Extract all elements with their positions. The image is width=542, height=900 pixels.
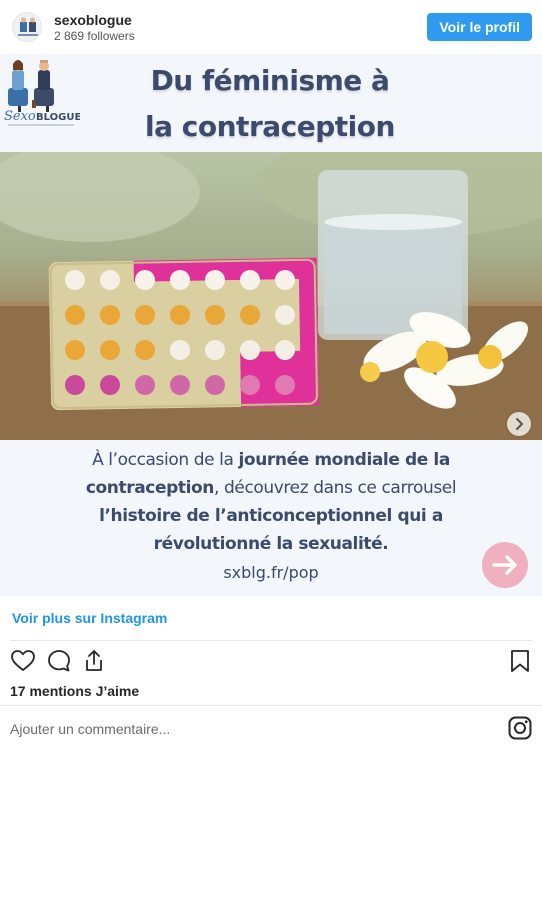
title-line-2: la contraception bbox=[145, 110, 395, 143]
post-url: sxblg.fr/pop bbox=[223, 563, 319, 582]
title-band: Sexo BLOGUE Du féminisme à la contracept… bbox=[0, 54, 542, 152]
body-text-line1-bold: journée mondiale de la bbox=[238, 450, 451, 470]
followers-count: 2 869 followers bbox=[54, 29, 135, 43]
view-more-link[interactable]: Voir plus sur Instagram bbox=[12, 610, 167, 626]
bookmark-icon[interactable] bbox=[507, 648, 533, 674]
heart-icon[interactable] bbox=[10, 648, 36, 674]
brand-logo: Sexo BLOGUE bbox=[2, 56, 81, 130]
avatar[interactable] bbox=[12, 12, 42, 42]
view-profile-button[interactable]: Voir le profil bbox=[427, 13, 532, 41]
instagram-icon[interactable] bbox=[507, 715, 533, 741]
body-text-line4: révolutionné la sexualité. bbox=[153, 534, 389, 554]
carousel-next-button[interactable] bbox=[507, 412, 531, 436]
arrow-right-icon bbox=[492, 555, 517, 575]
body-text-line3: l’histoire de l’anticonceptionnel qui a bbox=[99, 506, 443, 526]
svg-text:BLOGUE: BLOGUE bbox=[36, 112, 80, 123]
slide-arrow bbox=[482, 542, 528, 588]
divider bbox=[10, 640, 532, 641]
comment-icon[interactable] bbox=[46, 648, 72, 674]
svg-text:Sexo: Sexo bbox=[4, 109, 36, 124]
username[interactable]: sexoblogue bbox=[54, 12, 132, 28]
post-body-text: À l’occasion de la journée mondiale de l… bbox=[34, 446, 508, 558]
body-text-line1: À l’occasion de la bbox=[92, 450, 239, 470]
chevron-right-icon bbox=[516, 418, 523, 430]
body-text-line2-bold: contraception bbox=[85, 478, 215, 498]
post-header: sexoblogue 2 869 followers Voir le profi… bbox=[0, 0, 542, 54]
post-title: Du féminisme à la contraception bbox=[80, 58, 460, 150]
divider bbox=[0, 705, 542, 706]
comment-input[interactable]: Ajouter un commentaire... bbox=[10, 721, 170, 737]
share-icon[interactable] bbox=[81, 648, 107, 674]
contraceptive-pill-photo bbox=[0, 152, 542, 440]
body-text-line2: , découvrez dans ce carrousel bbox=[213, 478, 457, 498]
post-image[interactable]: Sexo BLOGUE Du féminisme à la contracept… bbox=[0, 54, 542, 596]
caption-band: À l’occasion de la journée mondiale de l… bbox=[0, 440, 542, 596]
title-line-1: Du féminisme à bbox=[150, 64, 390, 97]
likes-count[interactable]: 17 mentions J’aime bbox=[10, 683, 139, 699]
